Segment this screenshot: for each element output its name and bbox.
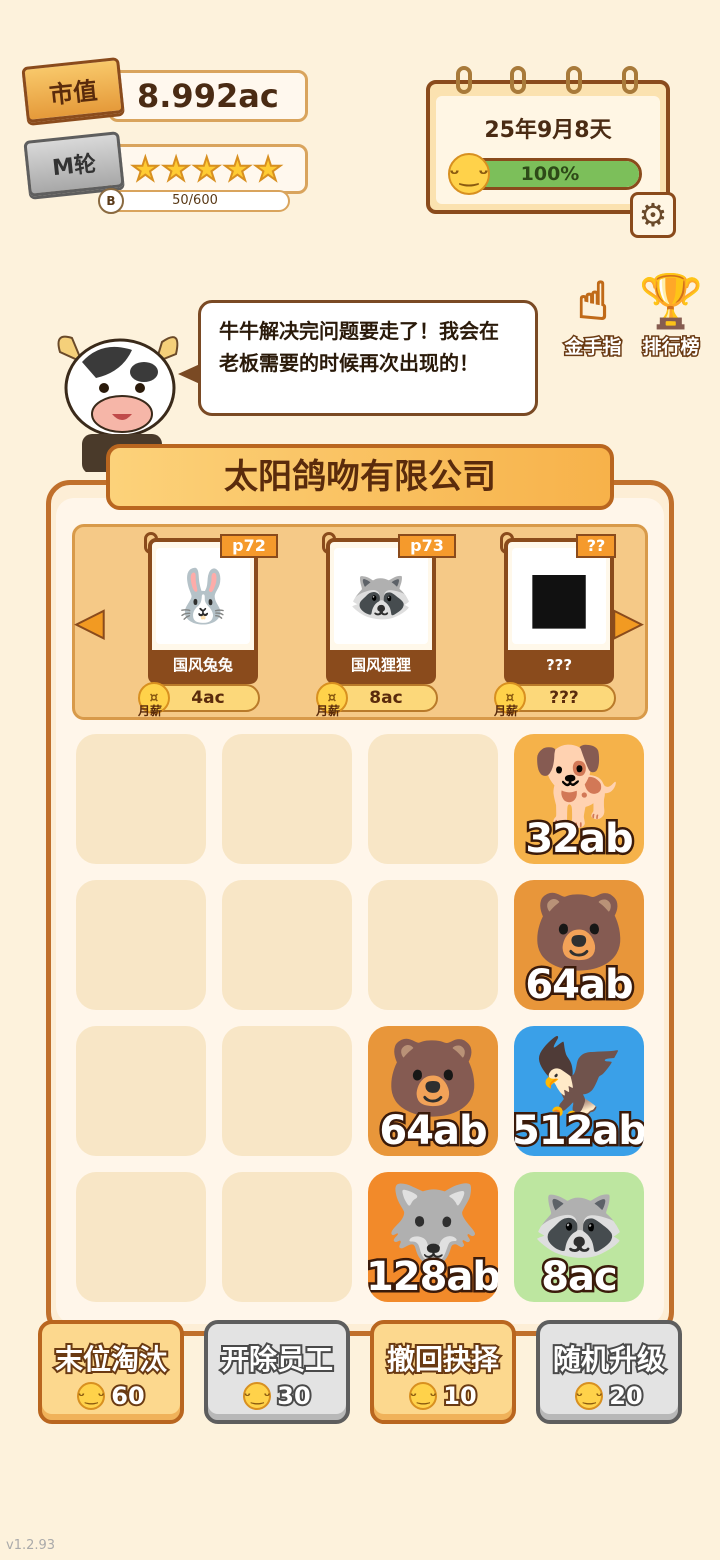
exp-progress-text: 50/600 xyxy=(172,193,218,208)
market-value-box: 8.992ac xyxy=(108,70,308,122)
star-icon: ★ xyxy=(253,150,284,188)
calendar-ring xyxy=(510,66,526,94)
tile-value: 128ab xyxy=(368,1252,498,1303)
salary-label: 月薪 xyxy=(494,704,519,718)
employee-card[interactable]: 🦝 国风狸狸 xyxy=(326,538,436,684)
employee-card[interactable]: ■??? xyxy=(504,538,614,684)
employee-tag: p72 xyxy=(220,534,278,558)
employee-tile[interactable]: 🐺 128ab xyxy=(368,1172,498,1302)
smile-icon: ᵕ‿ᵕ xyxy=(575,1382,604,1410)
star-icon: ★ xyxy=(161,150,192,188)
empty-grid-cell[interactable] xyxy=(222,1172,352,1302)
star-icon: ★ xyxy=(130,150,161,188)
employee-card[interactable]: 🐰 国风兔兔 xyxy=(148,538,258,684)
smile-icon: ᵕ‿ᵕ xyxy=(243,1382,272,1410)
empty-grid-cell[interactable] xyxy=(76,1026,206,1156)
undo-choice-button[interactable]: 撤回抉择 ᵕ‿ᵕ 10 xyxy=(370,1320,516,1424)
carousel-right-arrow[interactable]: ▶ xyxy=(613,600,643,644)
empty-grid-cell[interactable] xyxy=(368,880,498,1010)
button-label: 末位淘汰 xyxy=(53,1341,169,1378)
button-label: 撤回抉择 xyxy=(385,1341,501,1378)
random-upgrade-button[interactable]: 随机升级 ᵕ‿ᵕ 20 xyxy=(536,1320,682,1424)
cost-value: 10 xyxy=(441,1380,478,1412)
employee-name: 国风狸狸 xyxy=(330,650,432,680)
rating-stars: ★ ★ ★ ★ ★ xyxy=(108,144,308,194)
button-cost: ᵕ‿ᵕ 10 xyxy=(374,1380,512,1412)
calendar-ring xyxy=(622,66,638,94)
employee-portrait: 🦝 xyxy=(334,548,428,644)
empty-grid-cell[interactable] xyxy=(76,734,206,864)
tile-value: 32ab xyxy=(523,814,636,865)
carousel-left-arrow[interactable]: ◀ xyxy=(75,600,105,644)
version-label: v1.2.93 xyxy=(6,1538,56,1553)
cost-value: 20 xyxy=(607,1380,644,1412)
employee-tag: p73 xyxy=(398,534,456,558)
smile-icon: ᵕ‿ᵕ xyxy=(448,153,490,195)
button-label: 随机升级 xyxy=(551,1341,667,1378)
empty-grid-cell[interactable] xyxy=(222,734,352,864)
smile-icon: ᵕ‿ᵕ xyxy=(77,1382,106,1410)
employee-tile[interactable]: 🦅 512ab xyxy=(514,1026,644,1156)
golden-finger-label: 金手指 xyxy=(563,335,623,360)
star-icon: ★ xyxy=(222,150,253,188)
market-value: 8.992ac xyxy=(137,77,279,115)
golden-finger-button[interactable]: ☝ 金手指 xyxy=(558,271,628,360)
tile-value: 8ac xyxy=(539,1252,621,1303)
salary-label: 月薪 xyxy=(138,704,163,718)
funding-round-label: M轮 xyxy=(23,131,125,197)
employee-tile[interactable]: 🦝 8ac xyxy=(514,1172,644,1302)
salary-label: 月薪 xyxy=(316,704,341,718)
empty-grid-cell[interactable] xyxy=(76,1172,206,1302)
eliminate-last-button[interactable]: 末位淘汰 ᵕ‿ᵕ 60 xyxy=(38,1320,184,1424)
pointing-hand-icon: ☝ xyxy=(576,271,610,333)
calendar-ring xyxy=(456,66,472,94)
star-icon: ★ xyxy=(191,150,222,188)
employee-tile[interactable]: 🐕 32ab xyxy=(514,734,644,864)
employee-portrait: 🐰 xyxy=(156,548,250,644)
empty-grid-cell[interactable] xyxy=(76,880,206,1010)
employee-portrait: ■ xyxy=(512,548,606,644)
cost-value: 60 xyxy=(109,1380,146,1412)
tile-value: 64ab xyxy=(377,1106,490,1157)
gear-icon[interactable]: ⚙ xyxy=(630,192,676,238)
fire-employee-button[interactable]: 开除员工 ᵕ‿ᵕ 30 xyxy=(204,1320,350,1424)
tile-value: 512ab xyxy=(514,1106,644,1157)
employee-tag: ?? xyxy=(576,534,616,558)
company-name: 太阳鸽吻有限公司 xyxy=(106,444,614,510)
button-label: 开除员工 xyxy=(219,1341,335,1378)
empty-grid-cell[interactable] xyxy=(222,880,352,1010)
button-cost: ᵕ‿ᵕ 20 xyxy=(540,1380,678,1412)
employee-name: 国风兔兔 xyxy=(152,650,254,680)
employee-tile[interactable]: 🐻 64ab xyxy=(514,880,644,1010)
exp-badge: B xyxy=(98,188,124,214)
calendar-ring xyxy=(566,66,582,94)
empty-grid-cell[interactable] xyxy=(368,734,498,864)
empty-grid-cell[interactable] xyxy=(222,1026,352,1156)
cost-value: 30 xyxy=(275,1380,312,1412)
trophy-icon: 🏆 xyxy=(638,271,705,333)
button-cost: ᵕ‿ᵕ 30 xyxy=(208,1380,346,1412)
tile-value: 64ab xyxy=(523,960,636,1011)
speech-bubble-tail xyxy=(178,364,200,384)
employee-tile[interactable]: 🐻 64ab xyxy=(368,1026,498,1156)
calendar-date: 25年9月8天 xyxy=(484,118,612,143)
market-value-label: 市值 xyxy=(21,57,125,123)
leaderboard-button[interactable]: 🏆 排行榜 xyxy=(636,271,706,360)
leaderboard-label: 排行榜 xyxy=(641,335,701,360)
smile-icon: ᵕ‿ᵕ xyxy=(409,1382,438,1410)
employee-name: ??? xyxy=(508,650,610,680)
button-cost: ᵕ‿ᵕ 60 xyxy=(42,1380,180,1412)
speech-bubble: 牛牛解决完问题要走了！我会在老板需要的时候再次出现的！ xyxy=(198,300,538,416)
